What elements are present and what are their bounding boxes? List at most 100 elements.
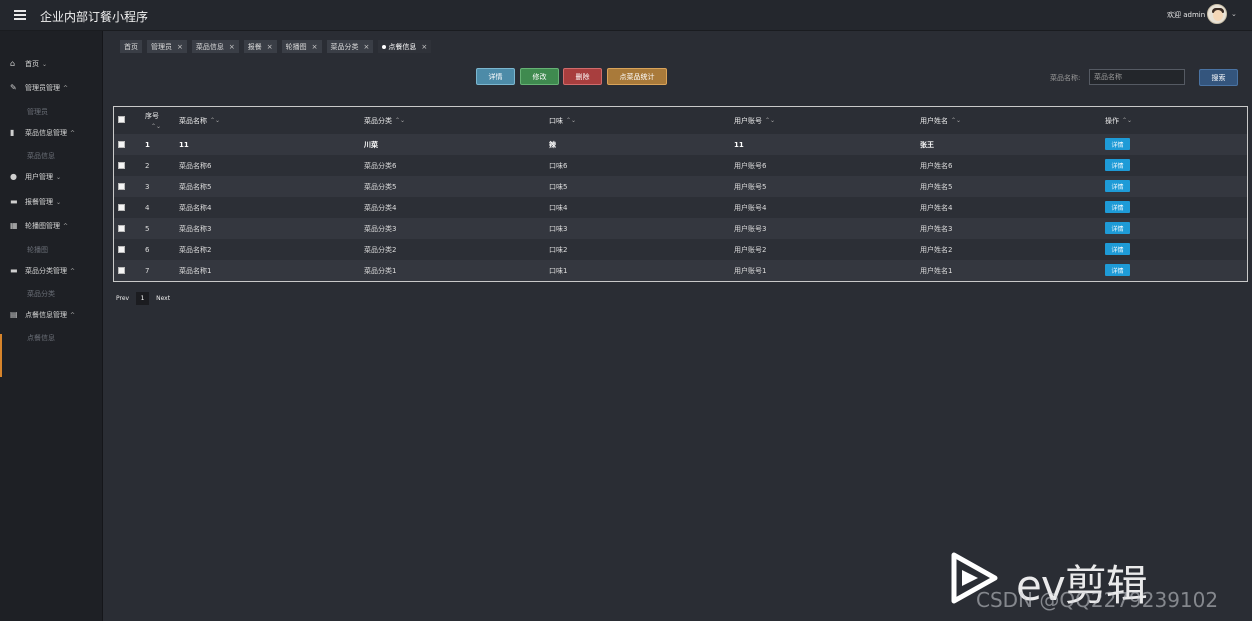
sidebar-item-label: 轮播图管理 ^ <box>25 222 69 230</box>
sidebar-subitem-1[interactable]: 管理员 <box>27 107 48 117</box>
tab-label: 报餐 <box>247 42 262 51</box>
tab-label: 点餐信息 <box>388 42 417 51</box>
tab-label: 菜品信息 <box>195 42 224 51</box>
pagination: Prev 1 Next <box>113 292 173 305</box>
prev-button[interactable]: Prev <box>113 295 132 302</box>
row-checkbox[interactable] <box>118 246 125 253</box>
stats-button[interactable]: 点菜品统计 <box>607 68 667 85</box>
chevron-icon: ⌄ <box>56 174 62 181</box>
cell-dish-name: 菜品名称1 <box>179 266 212 275</box>
table-row[interactable]: 5 菜品名称3 菜品分类3 口味3 用户账号3 用户姓名3 详情 <box>114 218 1247 239</box>
cell-user-name: 用户姓名3 <box>920 224 953 233</box>
table-row[interactable]: 2 菜品名称6 菜品分类6 口味6 用户账号6 用户姓名6 详情 <box>114 155 1247 176</box>
page-1-button[interactable]: 1 <box>136 292 150 305</box>
cell-dish-name: 菜品名称4 <box>179 203 212 212</box>
top-bar: 企业内部订餐小程序 欢迎 admin ⌄ <box>0 0 1252 31</box>
sidebar-item-4[interactable]: ▬ 报餐管理 ⌄ <box>0 195 103 209</box>
sidebar-item-6[interactable]: ▬ 菜品分类管理 ^ <box>0 264 103 278</box>
tab-1[interactable]: 管理员 × <box>147 40 187 53</box>
row-detail-button[interactable]: 详情 <box>1105 264 1130 276</box>
close-icon[interactable]: × <box>229 43 235 51</box>
tab-4[interactable]: 轮播图 × <box>281 40 322 53</box>
tab-3[interactable]: 报餐 × <box>243 40 277 53</box>
cell-user-account: 用户账号4 <box>734 203 767 212</box>
row-checkbox[interactable] <box>118 267 125 274</box>
search-input[interactable] <box>1089 69 1185 85</box>
chevron-icon: ⌄ <box>42 61 48 68</box>
row-checkbox[interactable] <box>118 183 125 190</box>
close-icon[interactable]: × <box>421 43 427 51</box>
tab-0[interactable]: 首页 <box>120 40 142 53</box>
cell-flavor: 口味5 <box>549 182 568 191</box>
edit-button[interactable]: 修改 <box>520 68 559 85</box>
sidebar-item-5[interactable]: ▦ 轮播图管理 ^ <box>0 219 103 233</box>
delete-button[interactable]: 删除 <box>563 68 602 85</box>
row-detail-button[interactable]: 详情 <box>1105 180 1130 192</box>
cell-flavor: 口味2 <box>549 245 568 254</box>
chevron-down-icon[interactable]: ⌄ <box>1231 10 1237 18</box>
row-checkbox[interactable] <box>118 225 125 232</box>
row-checkbox[interactable] <box>118 204 125 211</box>
detail-button[interactable]: 详情 <box>476 68 515 85</box>
column-header-dish-name[interactable]: 菜品名称 ⌃⌄ <box>179 107 220 134</box>
sort-icon: ⌃⌄ <box>1122 117 1133 124</box>
row-detail-button[interactable]: 详情 <box>1105 201 1130 213</box>
cell-user-account: 11 <box>734 140 744 149</box>
sidebar-subitem-6[interactable]: 菜品分类 <box>27 289 55 299</box>
sort-icon: ⌃⌄ <box>765 117 776 124</box>
table-row[interactable]: 6 菜品名称2 菜品分类2 口味2 用户账号2 用户姓名2 详情 <box>114 239 1247 260</box>
sidebar-item-7[interactable]: ▤ 点餐信息管理 ^ <box>0 308 103 322</box>
menu-icon[interactable] <box>14 8 26 22</box>
cell-user-name: 用户姓名1 <box>920 266 953 275</box>
sidebar-subitem-2[interactable]: 菜品信息 <box>27 151 55 161</box>
next-button[interactable]: Next <box>153 295 173 302</box>
cell-dish-category: 川菜 <box>364 140 378 149</box>
close-icon[interactable]: × <box>177 43 183 51</box>
column-header-actions[interactable]: 操作 ⌃⌄ <box>1105 107 1132 134</box>
sort-icon[interactable]: ⌃⌄ <box>148 121 161 131</box>
column-header-user-name[interactable]: 用户姓名 ⌃⌄ <box>920 107 961 134</box>
header-label: 菜品分类 <box>364 116 392 125</box>
column-header-dish-category[interactable]: 菜品分类 ⌃⌄ <box>364 107 405 134</box>
close-icon[interactable]: × <box>312 43 318 51</box>
row-checkbox[interactable] <box>118 162 125 169</box>
header-label: 口味 <box>549 116 563 125</box>
tab-5[interactable]: 菜品分类 × <box>326 40 374 53</box>
cell-dish-name: 菜品名称5 <box>179 182 212 191</box>
close-icon[interactable]: × <box>364 43 370 51</box>
cell-index: 3 <box>145 182 150 191</box>
close-icon[interactable]: × <box>267 43 273 51</box>
sidebar-item-3[interactable]: ● 用户管理 ⌄ <box>0 170 103 184</box>
cell-dish-name: 菜品名称2 <box>179 245 212 254</box>
column-header-user-account[interactable]: 用户账号 ⌃⌄ <box>734 107 775 134</box>
tab-6[interactable]: 点餐信息 × <box>378 40 432 53</box>
sidebar-subitem-7[interactable]: 点餐信息 <box>27 333 55 343</box>
active-indicator <box>0 334 2 377</box>
row-checkbox[interactable] <box>118 141 125 148</box>
row-detail-button[interactable]: 详情 <box>1105 243 1130 255</box>
table-row[interactable]: 7 菜品名称1 菜品分类1 口味1 用户账号1 用户姓名1 详情 <box>114 260 1247 281</box>
header-label: 操作 <box>1105 116 1119 125</box>
sidebar-item-0[interactable]: ⌂ 首页 ⌄ <box>0 57 103 71</box>
row-detail-button[interactable]: 详情 <box>1105 222 1130 234</box>
row-detail-button[interactable]: 详情 <box>1105 138 1130 150</box>
tab-2[interactable]: 菜品信息 × <box>191 40 239 53</box>
table-row[interactable]: 4 菜品名称4 菜品分类4 口味4 用户账号4 用户姓名4 详情 <box>114 197 1247 218</box>
tab-label: 菜品分类 <box>330 42 359 51</box>
table-icon: ▦ <box>10 221 18 230</box>
table-row[interactable]: 3 菜品名称5 菜品分类5 口味5 用户账号5 用户姓名5 详情 <box>114 176 1247 197</box>
column-header-flavor[interactable]: 口味 ⌃⌄ <box>549 107 576 134</box>
sort-icon: ⌃⌄ <box>566 117 577 124</box>
sidebar-item-2[interactable]: ▮ 菜品信息管理 ^ <box>0 126 103 140</box>
sidebar-subitem-5[interactable]: 轮播图 <box>27 245 48 255</box>
chevron-icon: ^ <box>70 130 76 137</box>
select-all-checkbox[interactable] <box>118 116 125 123</box>
cell-index: 7 <box>145 266 150 275</box>
sidebar-item-label: 菜品信息管理 ^ <box>25 129 76 137</box>
cell-dish-name: 菜品名称6 <box>179 161 212 170</box>
row-detail-button[interactable]: 详情 <box>1105 159 1130 171</box>
search-button[interactable]: 搜索 <box>1199 69 1238 86</box>
sidebar-item-1[interactable]: ✎ 管理员管理 ^ <box>0 81 103 95</box>
avatar[interactable] <box>1207 4 1227 24</box>
table-row[interactable]: 1 11 川菜辣 11 张王 详情 <box>114 134 1247 155</box>
